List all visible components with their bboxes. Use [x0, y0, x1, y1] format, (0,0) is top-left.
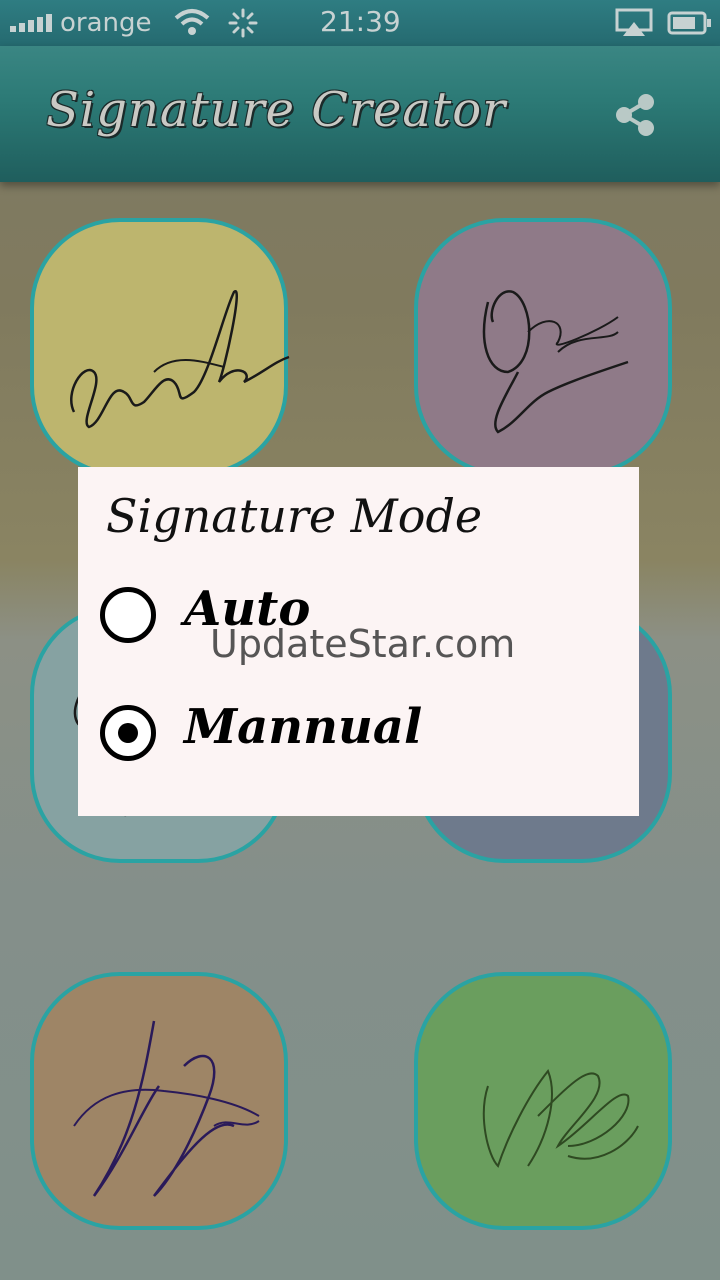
radio-option-mannual[interactable]: Mannual	[100, 699, 620, 775]
radio-label: Mannual	[184, 699, 423, 755]
watermark-text: UpdateStar.com	[210, 622, 516, 666]
radio-selected-dot	[118, 723, 138, 743]
radio-button[interactable]	[100, 587, 156, 643]
radio-button[interactable]	[100, 705, 156, 761]
dialog-title: Signature Mode	[106, 489, 483, 543]
